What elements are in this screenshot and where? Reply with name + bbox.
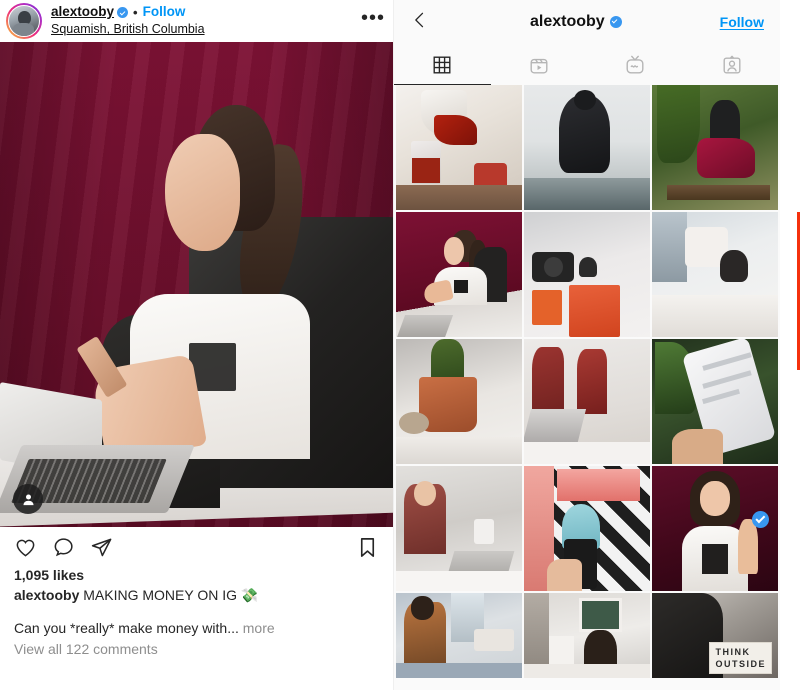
view-comments-link[interactable]: View all 122 comments (14, 641, 379, 657)
bed (524, 664, 650, 678)
laptop (396, 314, 454, 337)
side-table (474, 628, 515, 651)
grid-cell[interactable] (652, 339, 778, 464)
chevron-left-icon[interactable] (410, 10, 432, 35)
grid-cell[interactable] (396, 85, 522, 210)
post-username-link[interactable]: alextooby (51, 4, 114, 21)
caption-body-text: Can you *really* make money with... (14, 620, 239, 636)
table (396, 185, 522, 210)
post-image[interactable] (0, 42, 393, 527)
laptop (524, 409, 587, 442)
reels-tab[interactable] (491, 44, 588, 85)
neon-sign-area (556, 468, 640, 501)
think-outside-sign: THINK OUTSIDE (709, 641, 772, 674)
face (413, 481, 437, 506)
shirt-graphic (702, 543, 728, 574)
profile-panel: alextooby Follow THINK OUTSIDE (393, 0, 800, 690)
swing-bench (667, 185, 771, 200)
orange-notebook (531, 289, 562, 325)
grid-cell[interactable] (524, 593, 650, 678)
hair-bun (574, 90, 596, 110)
hand (672, 429, 723, 464)
grid-cell[interactable] (652, 212, 778, 337)
separator-dot: • (133, 4, 138, 20)
avatar[interactable] (6, 3, 42, 39)
caption-title-line: alextooby MAKING MONEY ON IG 💸 (14, 587, 379, 604)
book-4hour-workweek (569, 284, 620, 337)
grid-cell[interactable] (396, 339, 522, 464)
window (652, 212, 688, 282)
hair (411, 596, 434, 621)
grid-cell[interactable] (652, 85, 778, 210)
bookmark-icon[interactable] (356, 536, 379, 559)
profile-grid: THINK OUTSIDE (394, 85, 780, 678)
post-more-options-button[interactable]: ••• (361, 8, 385, 29)
palm-leaves (657, 85, 700, 163)
caption-more-link[interactable]: more (243, 620, 275, 636)
grid-cell[interactable] (524, 212, 650, 337)
avatar-image (8, 5, 40, 37)
desk (396, 571, 522, 591)
grid-cell[interactable] (524, 85, 650, 210)
rug (396, 662, 522, 678)
mirror-reflection (576, 349, 608, 414)
verified-badge-icon (609, 16, 622, 28)
profile-username: alextooby (529, 13, 605, 30)
profile-title: alextooby (432, 13, 720, 31)
follow-link[interactable]: Follow (143, 4, 186, 21)
grid-cell[interactable] (524, 339, 650, 464)
profile-header: alextooby Follow (394, 0, 780, 44)
mug (474, 518, 495, 544)
post-header-text: alextooby • Follow Squamish, British Col… (51, 4, 205, 38)
grid-cell[interactable] (396, 466, 522, 591)
follow-button[interactable]: Follow (720, 14, 764, 30)
caption-username[interactable]: alextooby (14, 587, 79, 603)
post-actions (0, 527, 393, 567)
post-location-link[interactable]: Squamish, British Columbia (51, 22, 205, 38)
grid-cell[interactable] (396, 593, 522, 678)
post-header: alextooby • Follow Squamish, British Col… (0, 0, 393, 42)
desk (396, 436, 522, 464)
woman (720, 249, 748, 282)
shirt-graphic (453, 279, 468, 294)
paper-plane-icon[interactable] (90, 536, 113, 559)
heart-icon[interactable] (14, 536, 37, 559)
face (443, 237, 465, 265)
tea-liquid (412, 157, 441, 183)
post-panel: alextooby • Follow Squamish, British Col… (0, 0, 393, 690)
post-meta: 1,095 likes alextooby MAKING MONEY ON IG… (0, 567, 393, 657)
hand (546, 558, 582, 591)
bed (652, 294, 778, 337)
comment-bubble-icon[interactable] (52, 536, 75, 559)
framed-art (579, 598, 623, 633)
tagged-tab[interactable] (684, 44, 781, 85)
lake (524, 177, 650, 210)
cactus (431, 339, 465, 382)
glasses (398, 411, 429, 434)
grid-cell[interactable] (652, 466, 778, 591)
likes-count: 1,095 likes (14, 567, 85, 583)
grid-cell[interactable]: THINK OUTSIDE (652, 593, 778, 678)
instagram-screenshot: alextooby • Follow Squamish, British Col… (0, 0, 800, 690)
igtv-tab[interactable] (587, 44, 684, 85)
profile-tabbar (394, 44, 780, 85)
grid-cell[interactable] (396, 212, 522, 337)
face (699, 481, 731, 516)
table (524, 441, 650, 464)
tea-pour (433, 115, 477, 145)
pointing-hand (737, 518, 758, 574)
verified-badge-icon (117, 7, 129, 19)
red-skirt (697, 137, 756, 178)
caption-body-line: Can you *really* make money with... more (14, 620, 379, 636)
lens (579, 257, 598, 277)
face (165, 134, 240, 251)
camera-lens (544, 257, 564, 277)
person-tag-icon[interactable] (13, 484, 43, 514)
grid-cell[interactable] (524, 466, 650, 591)
verified-badge-icon (752, 511, 769, 528)
caption-title: MAKING MONEY ON IG 💸 (83, 587, 259, 603)
grid-tab[interactable] (394, 44, 491, 85)
